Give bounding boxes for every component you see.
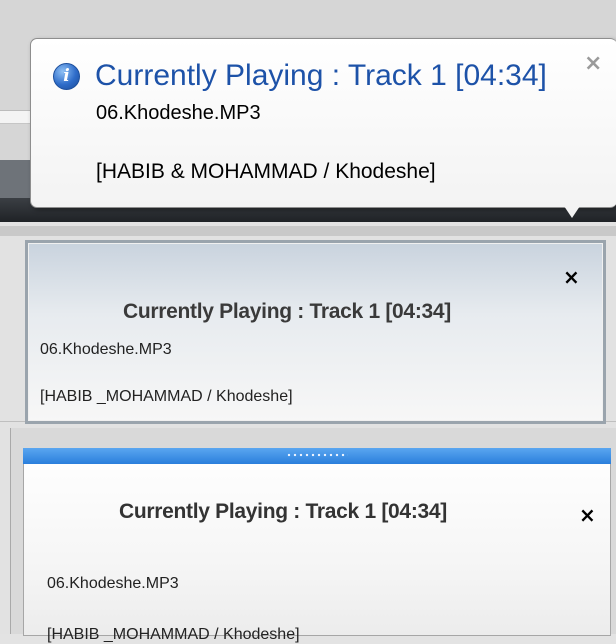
now-playing-popup[interactable]: × Currently Playing : Track 1 [04:34] 06… bbox=[25, 240, 606, 424]
close-icon[interactable]: × bbox=[563, 265, 580, 289]
track-file-name: 06.Khodeshe.MP3 bbox=[47, 575, 179, 592]
track-artist: [HABIB _MOHAMMAD / Khodeshe] bbox=[47, 626, 300, 643]
notification-title: Currently Playing : Track 1 [04:34] bbox=[95, 59, 547, 92]
window-edge bbox=[0, 226, 616, 236]
balloon-notification[interactable]: i Currently Playing : Track 1 [04:34] × … bbox=[30, 38, 616, 208]
popup-title: Currently Playing : Track 1 [04:34] bbox=[123, 300, 451, 323]
close-icon[interactable]: × bbox=[584, 51, 602, 76]
popup-title: Currently Playing : Track 1 [04:34] bbox=[119, 500, 447, 523]
track-artist: [HABIB _MOHAMMAD / Khodeshe] bbox=[40, 388, 293, 405]
popup-panel[interactable]: Currently Playing : Track 1 [04:34] × 06… bbox=[23, 448, 611, 643]
drag-handle[interactable] bbox=[23, 448, 611, 464]
balloon-tail bbox=[560, 200, 584, 218]
track-artist: [HABIB & MOHAMMAD / Khodeshe] bbox=[96, 160, 436, 183]
grip-dots-icon[interactable] bbox=[286, 452, 348, 458]
track-file-name: 06.Khodeshe.MP3 bbox=[40, 341, 172, 358]
track-file-name: 06.Khodeshe.MP3 bbox=[96, 102, 261, 124]
info-icon: i bbox=[53, 63, 80, 90]
now-playing-popup-alt: Currently Playing : Track 1 [04:34] × 06… bbox=[10, 428, 616, 643]
close-icon[interactable]: × bbox=[579, 503, 596, 527]
